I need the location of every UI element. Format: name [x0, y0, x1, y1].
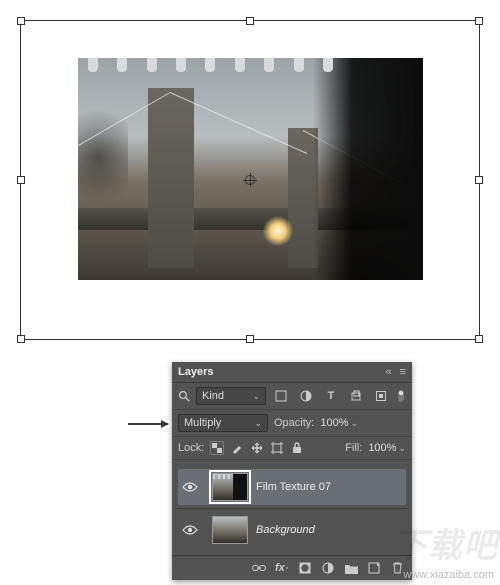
fill-value-field[interactable]: 100% ⌄ — [368, 442, 406, 454]
layer-thumbnail[interactable] — [212, 516, 248, 544]
layers-tab[interactable]: Layers — [178, 366, 213, 378]
opacity-label: Opacity: — [274, 417, 314, 429]
filter-adjustment-icon[interactable] — [299, 389, 313, 403]
transform-handle-br[interactable] — [475, 335, 483, 343]
layer-row[interactable]: Film Texture 07 — [178, 469, 406, 505]
link-layers-icon[interactable] — [252, 561, 266, 575]
adjustment-layer-icon[interactable] — [321, 561, 335, 575]
panel-menu-icon[interactable]: ≡ — [400, 366, 406, 378]
transform-handle-tm[interactable] — [246, 17, 254, 25]
layer-row[interactable]: Background — [178, 512, 406, 548]
transform-center-point[interactable] — [245, 175, 255, 185]
transform-bounding-box[interactable] — [20, 20, 480, 340]
visibility-toggle-icon[interactable] — [182, 481, 204, 493]
layers-panel-header: Layers « ≡ — [172, 362, 412, 383]
transform-handle-bm[interactable] — [246, 335, 254, 343]
layer-divider — [176, 508, 408, 509]
filter-type-icon[interactable]: T — [324, 389, 338, 403]
filter-toggle-switch[interactable] — [396, 389, 406, 403]
layer-thumbnail[interactable] — [212, 473, 248, 501]
fill-label: Fill: — [345, 442, 362, 454]
new-layer-icon[interactable] — [367, 561, 381, 575]
blend-mode-value: Multiply — [184, 417, 221, 429]
canvas-transform-area[interactable] — [20, 20, 480, 340]
annotation-arrow — [128, 423, 168, 425]
collapse-icon[interactable]: « — [385, 366, 391, 378]
blend-mode-select[interactable]: Multiply ⌄ — [178, 414, 268, 432]
layer-name-label[interactable]: Background — [256, 524, 402, 536]
layers-panel-footer: fx▫ — [172, 555, 412, 580]
filter-pixel-icon[interactable] — [274, 389, 288, 403]
transform-handle-bl[interactable] — [17, 335, 25, 343]
transform-handle-tl[interactable] — [17, 17, 25, 25]
lock-artboard-icon[interactable] — [270, 441, 284, 455]
lock-label: Lock: — [178, 442, 204, 454]
chevron-down-icon: ⌄ — [252, 391, 260, 402]
filter-shape-icon[interactable] — [349, 389, 363, 403]
lock-fill-row: Lock: Fill: 100% ⌄ — [172, 437, 412, 460]
transform-handle-mr[interactable] — [475, 176, 483, 184]
watermark-logo: 下载吧 — [393, 518, 498, 567]
transform-handle-tr[interactable] — [475, 17, 483, 25]
opacity-value-field[interactable]: 100% ⌄ — [320, 417, 358, 429]
chevron-down-icon: ⌄ — [351, 418, 359, 429]
layers-list: Film Texture 07 Background — [172, 460, 412, 555]
layer-mask-icon[interactable] — [298, 561, 312, 575]
blend-opacity-row: Multiply ⌄ Opacity: 100% ⌄ — [172, 410, 412, 437]
new-group-icon[interactable] — [344, 561, 358, 575]
layer-name-label[interactable]: Film Texture 07 — [256, 481, 402, 493]
layers-panel: Layers « ≡ Kind ⌄ T Multiply ⌄ Opacity: — [172, 362, 412, 580]
lock-position-icon[interactable] — [250, 441, 264, 455]
chevron-down-icon: ⌄ — [398, 443, 406, 454]
layer-filter-row: Kind ⌄ T — [172, 383, 412, 410]
filter-kind-label: Kind — [202, 390, 224, 402]
lock-all-icon[interactable] — [290, 441, 304, 455]
fill-value: 100% — [368, 442, 396, 454]
visibility-toggle-icon[interactable] — [182, 524, 204, 536]
lock-pixels-icon[interactable] — [230, 441, 244, 455]
search-icon — [178, 390, 190, 402]
layer-fx-icon[interactable]: fx▫ — [275, 561, 289, 575]
transform-handle-ml[interactable] — [17, 176, 25, 184]
lock-transparency-icon[interactable] — [210, 441, 224, 455]
chevron-down-icon: ⌄ — [254, 418, 262, 429]
filter-smart-icon[interactable] — [374, 389, 388, 403]
filter-kind-select[interactable]: Kind ⌄ — [196, 387, 266, 405]
opacity-value: 100% — [320, 417, 348, 429]
watermark-url: www.xiazaiba.com — [404, 569, 494, 581]
